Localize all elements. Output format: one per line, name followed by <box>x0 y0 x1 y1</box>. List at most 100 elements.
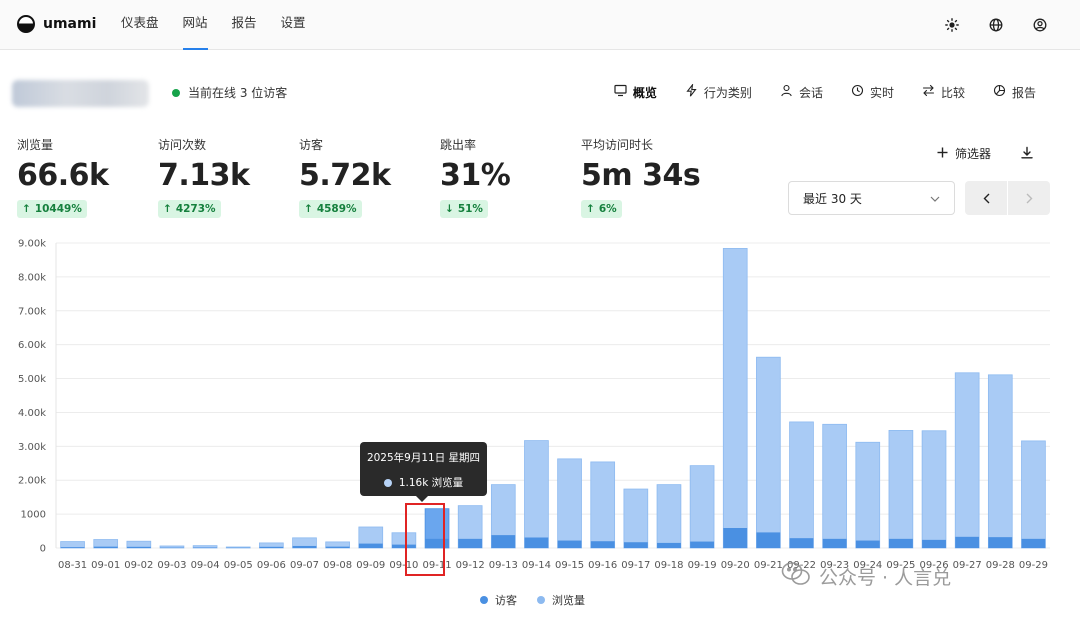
metric-change-value: 10449% <box>34 203 82 215</box>
app-brand-name: umami <box>43 16 97 32</box>
bar-visitors[interactable] <box>855 540 880 548</box>
bar-visitors[interactable] <box>292 545 317 548</box>
metric-value: 31% <box>440 158 511 193</box>
metric-value: 5.72k <box>299 158 391 193</box>
download-icon[interactable] <box>1020 145 1038 163</box>
metric-change-value: 4273% <box>175 203 216 215</box>
bar-pageviews[interactable] <box>656 484 682 549</box>
bar-visitors[interactable] <box>358 543 383 548</box>
bar-visitors[interactable] <box>1021 538 1046 548</box>
bar-pageviews[interactable] <box>722 248 748 549</box>
bar-pageviews[interactable] <box>888 430 914 549</box>
bar-visitors[interactable] <box>93 546 118 548</box>
tab-sessions[interactable]: 会话 <box>780 82 823 102</box>
x-tick-label: 09-16 <box>588 560 617 571</box>
metric-pageviews: 浏览量 66.6k ↑ 10449% <box>17 136 158 218</box>
bar-visitors[interactable] <box>524 537 549 548</box>
bar-pageviews[interactable] <box>623 488 649 549</box>
bar-visitors[interactable] <box>657 542 681 548</box>
bar-visitors[interactable] <box>789 538 814 548</box>
y-tick-label: 9.00k <box>18 239 46 250</box>
nav-dashboard[interactable]: 仪表盘 <box>121 0 171 50</box>
user-icon <box>780 84 793 100</box>
chart-bars <box>60 248 1046 549</box>
x-tick-label: 09-21 <box>754 560 783 571</box>
bar-visitors[interactable] <box>822 538 847 548</box>
bar-visitors[interactable] <box>623 542 648 548</box>
pie-chart-icon <box>993 84 1006 100</box>
previous-period-button[interactable] <box>965 181 1007 215</box>
bar-visitors[interactable] <box>491 535 516 548</box>
plus-icon <box>937 147 948 161</box>
sun-icon[interactable] <box>942 15 962 35</box>
bar-visitors[interactable] <box>60 547 85 548</box>
metric-change-value: 51% <box>457 203 483 215</box>
globe-icon[interactable] <box>986 15 1006 35</box>
bar-visitors[interactable] <box>325 546 350 548</box>
tab-overview[interactable]: 概览 <box>614 82 657 102</box>
bar-visitors[interactable] <box>955 536 980 548</box>
bar-visitors[interactable] <box>458 538 483 548</box>
x-tick-label: 09-20 <box>721 560 750 571</box>
bar-pageviews[interactable] <box>855 441 881 549</box>
main-nav: 仪表盘 网站 报告 设置 <box>121 0 318 50</box>
bar-visitors[interactable] <box>723 528 748 548</box>
arrow-down-icon: ↓ <box>445 203 454 215</box>
bar-visitors[interactable] <box>259 546 284 548</box>
bar-visitors[interactable] <box>590 541 615 548</box>
chevron-right-icon <box>1026 189 1033 208</box>
bar-pageviews[interactable] <box>590 461 616 549</box>
x-tick-label: 09-27 <box>953 560 982 571</box>
bar-visitors[interactable] <box>756 532 781 548</box>
nav-websites[interactable]: 网站 <box>171 0 220 50</box>
bar-pageviews[interactable] <box>987 374 1013 549</box>
x-tick-label: 09-07 <box>290 560 319 571</box>
filter-button[interactable]: 筛选器 <box>937 145 991 162</box>
website-tabs: 概览 行为类别 会话 实时 比较 报告 <box>614 82 1036 102</box>
next-period-button[interactable] <box>1007 181 1050 215</box>
tab-realtime[interactable]: 实时 <box>851 82 894 102</box>
metric-value: 5m 34s <box>581 158 701 193</box>
app-logo[interactable]: umami <box>17 15 96 33</box>
tab-compare[interactable]: 比较 <box>922 82 965 102</box>
nav-reports[interactable]: 报告 <box>220 0 269 50</box>
clock-icon <box>851 84 864 100</box>
tab-events[interactable]: 行为类别 <box>685 82 752 102</box>
date-range-select[interactable]: 最近 30 天 <box>788 181 955 215</box>
x-tick-label: 09-01 <box>91 560 120 571</box>
legend-item-views[interactable]: 浏览量 <box>537 592 585 608</box>
bar-visitors[interactable] <box>557 540 582 548</box>
nav-settings[interactable]: 设置 <box>269 0 318 50</box>
bar-pageviews[interactable] <box>921 430 947 549</box>
watermark-text: 公众号 · 人言兑 <box>819 567 952 589</box>
bar-visitors[interactable] <box>988 537 1013 548</box>
bar-pageviews[interactable] <box>689 465 715 549</box>
bar-pageviews[interactable] <box>954 372 980 549</box>
x-tick-label: 09-14 <box>522 560 551 571</box>
y-tick-label: 4.00k <box>18 408 46 419</box>
bar-pageviews[interactable] <box>756 356 781 549</box>
legend-item-visitors[interactable]: 访客 <box>480 592 517 608</box>
x-tick-label: 09-12 <box>456 560 485 571</box>
bar-pageviews[interactable] <box>60 541 85 549</box>
bar-pageviews[interactable] <box>789 421 814 549</box>
bar-pageviews[interactable] <box>1021 440 1046 549</box>
user-profile-icon[interactable] <box>1030 15 1050 35</box>
bar-pageviews[interactable] <box>557 458 582 549</box>
x-tick-label: 09-06 <box>257 560 286 571</box>
bar-pageviews[interactable] <box>524 440 549 549</box>
bar-visitors[interactable] <box>126 546 151 548</box>
tab-reports[interactable]: 报告 <box>993 82 1036 102</box>
tab-events-label: 行为类别 <box>703 85 752 100</box>
legend-dot-views <box>537 596 545 604</box>
bar-visitors[interactable] <box>690 541 715 548</box>
metric-value: 66.6k <box>17 158 109 193</box>
bar-visitors[interactable] <box>922 539 946 548</box>
swap-icon <box>922 84 935 100</box>
bar-visitors[interactable] <box>888 538 913 548</box>
bar-pageviews[interactable] <box>822 423 847 549</box>
y-tick-label: 1000 <box>21 510 46 521</box>
bar-visitors[interactable] <box>193 547 218 548</box>
highlighted-bar-annotation <box>405 503 445 576</box>
y-tick-label: 8.00k <box>18 272 46 283</box>
